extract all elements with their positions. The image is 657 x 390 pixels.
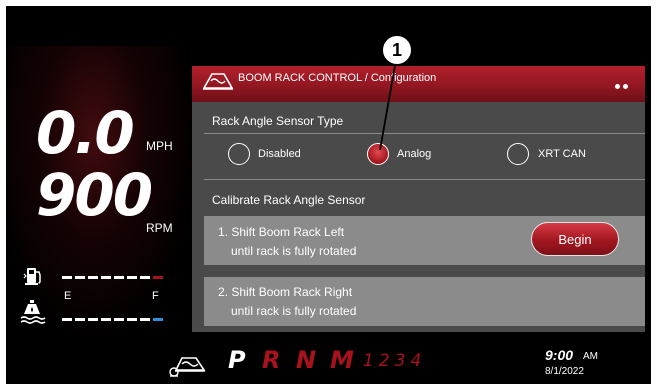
begin-button[interactable]: Begin: [531, 222, 619, 256]
gear-numbers: 1234: [363, 351, 427, 371]
page-dot: [615, 84, 620, 89]
radio-disabled-label: Disabled: [258, 148, 301, 160]
step-left-title: 1. Shift Boom Rack Left: [218, 225, 345, 239]
step-left-subtitle: until rack is fully rotated: [231, 244, 357, 258]
divider: [204, 179, 645, 180]
page-dots: [612, 76, 628, 94]
rpm-value: 900: [36, 161, 153, 229]
clock-time: 9:00: [545, 347, 574, 363]
fuel-full-label: F: [152, 290, 159, 302]
fuel-gauge-bar: [62, 276, 163, 279]
gear-n: N: [296, 346, 317, 374]
sensor-type-heading: Rack Angle Sensor Type: [212, 114, 344, 128]
fuel-empty-label: E: [64, 290, 72, 302]
page-dot: [623, 84, 628, 89]
callout-pointer: [379, 60, 397, 151]
clock-ampm: AM: [583, 351, 598, 362]
oil-gauge-bar: [62, 318, 163, 321]
panel-title: BOOM RACK CONTROL / Configuration: [238, 72, 437, 84]
step-right-title: 2. Shift Boom Rack Right: [218, 285, 353, 299]
divider: [204, 133, 645, 134]
step-right-subtitle: until rack is fully rotated: [231, 304, 357, 318]
gear-r: R: [262, 346, 281, 374]
clock-date: 8/1/2022: [545, 366, 584, 377]
gear-m: M: [330, 346, 354, 374]
boom-rack-status-icon: [169, 357, 206, 377]
oil-level-icon: [20, 300, 46, 324]
fuel-pump-icon: [23, 268, 41, 285]
radio-disabled[interactable]: [228, 143, 250, 165]
radio-xrt-can[interactable]: [507, 143, 529, 165]
boom-rack-icon: [202, 73, 234, 90]
callout-number: 1: [381, 34, 413, 66]
rpm-unit: RPM: [146, 221, 173, 235]
calibrate-heading: Calibrate Rack Angle Sensor: [212, 193, 366, 207]
speed-unit: MPH: [146, 139, 173, 153]
gear-p: P: [228, 346, 246, 374]
speed-value: 0.0: [36, 99, 135, 167]
radio-xrt-can-label: XRT CAN: [538, 148, 586, 160]
